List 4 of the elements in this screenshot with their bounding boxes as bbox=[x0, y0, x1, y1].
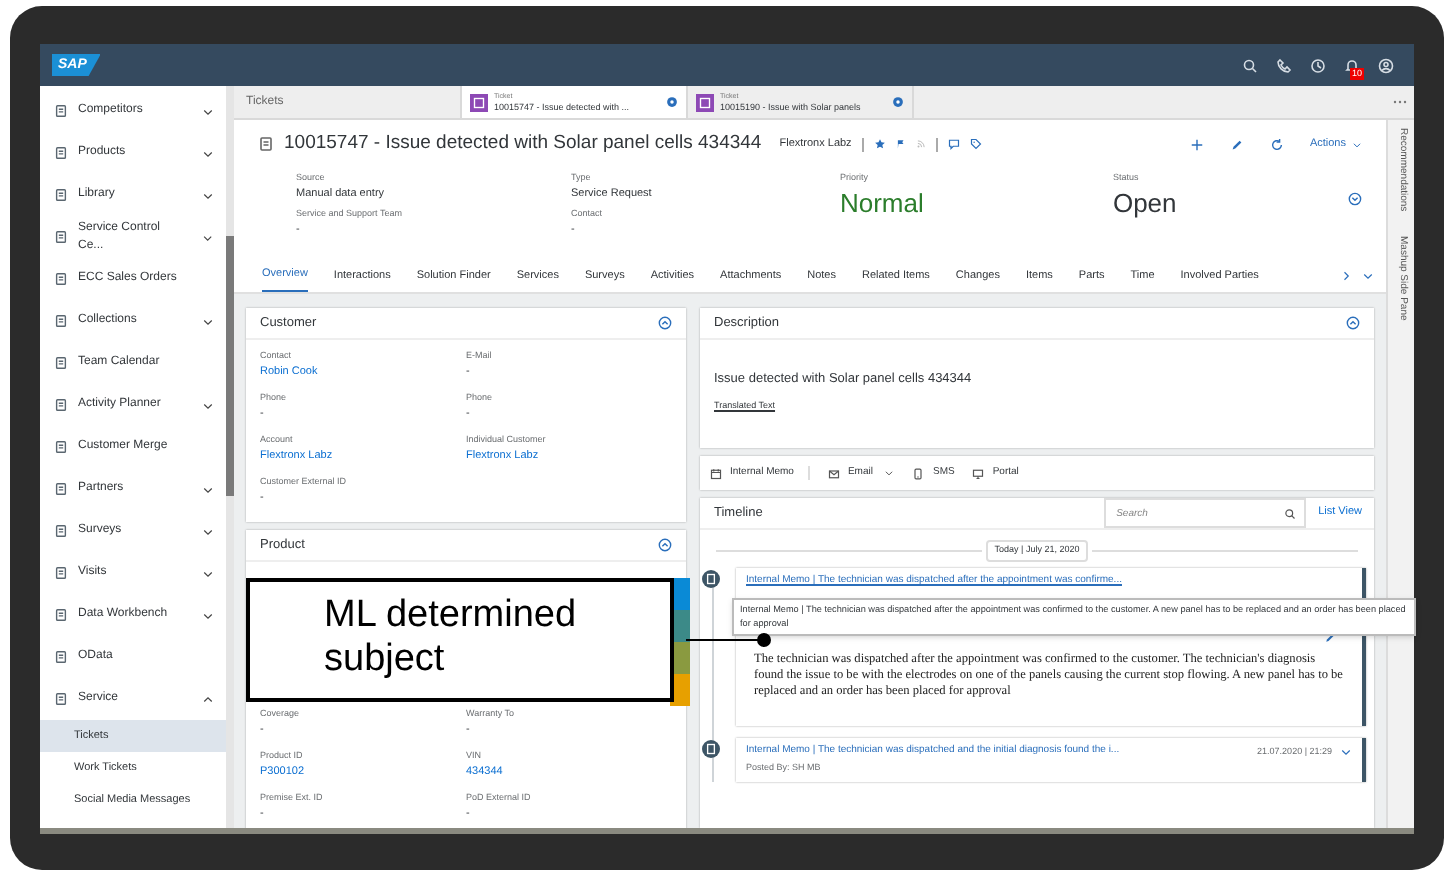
callout-label: ML determined subject bbox=[246, 578, 674, 702]
field-value: Normal bbox=[839, 187, 926, 218]
field-value: Open bbox=[1112, 187, 1179, 218]
ticket-title: 10015747 - Issue detected with Solar panel cells 434344 bbox=[284, 129, 762, 158]
